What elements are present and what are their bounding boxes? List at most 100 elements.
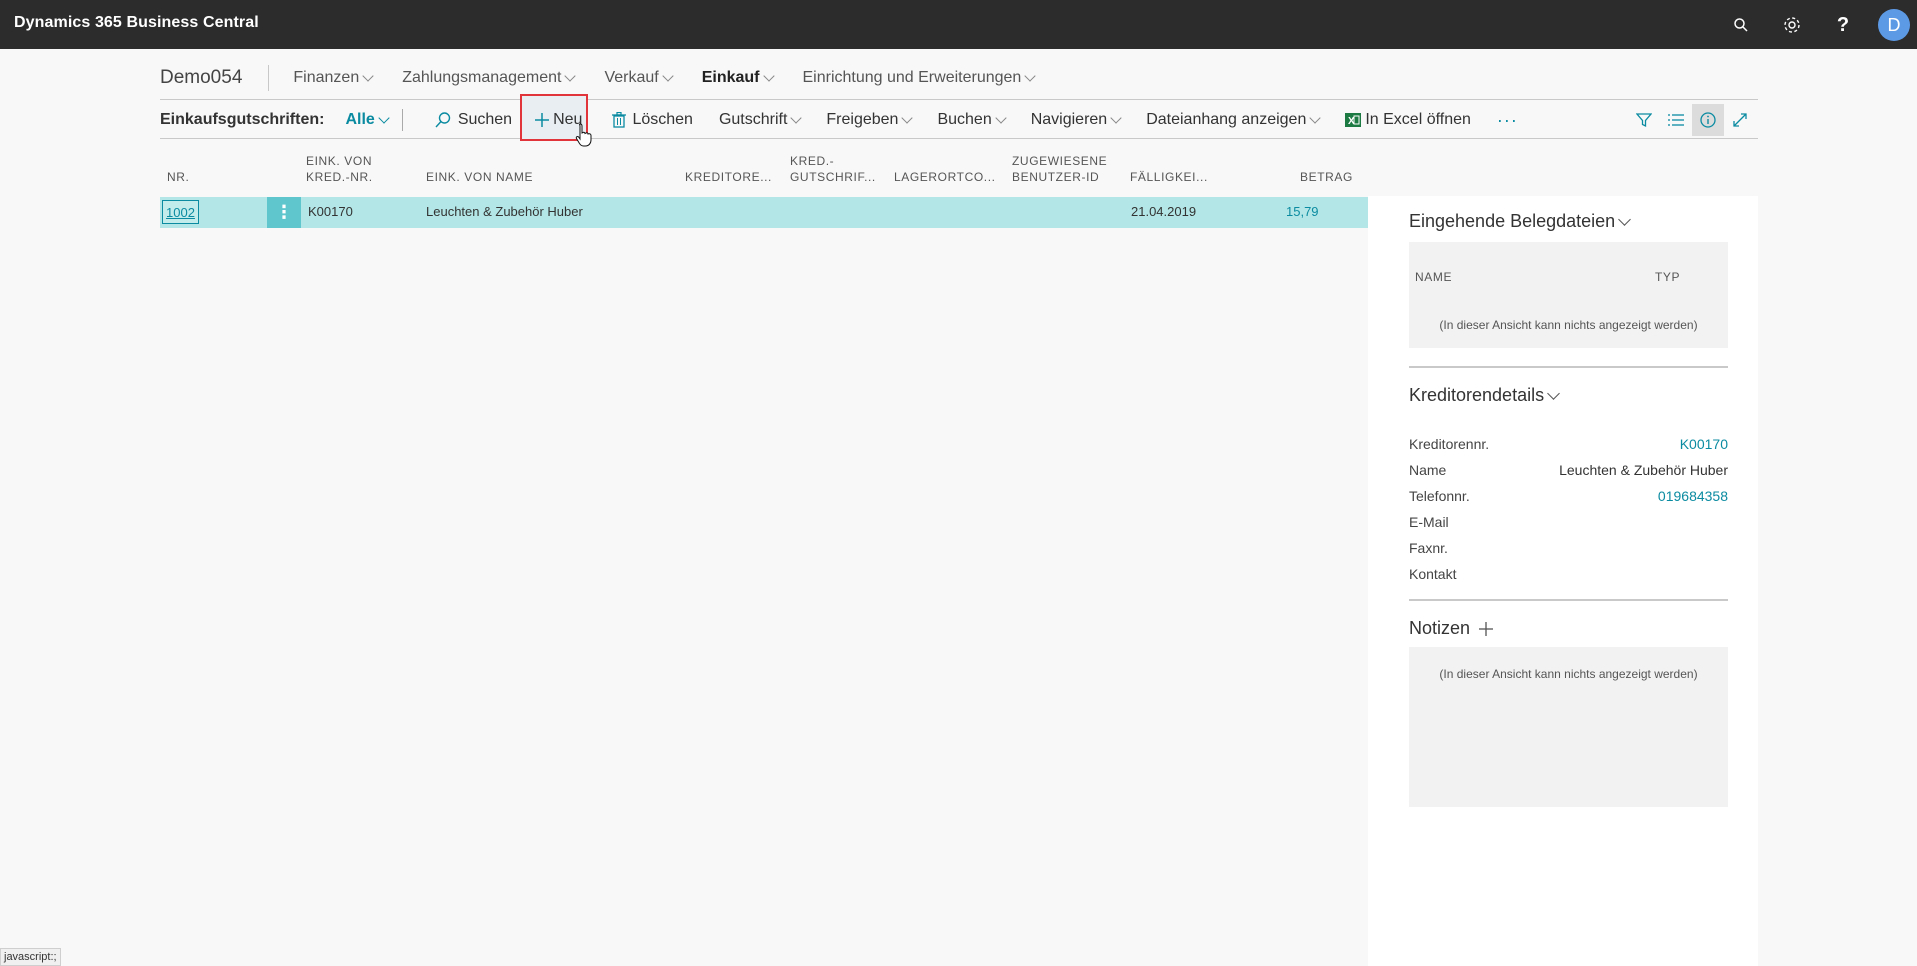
navigate-label: Navigieren xyxy=(1030,111,1108,128)
avatar[interactable]: D xyxy=(1878,9,1910,41)
chevron-down-icon xyxy=(362,69,374,82)
divider xyxy=(160,138,1758,139)
notes-header: Notizen xyxy=(1409,618,1494,639)
column-header-faellig[interactable]: FÄLLIGKEI... xyxy=(1130,169,1208,185)
column-header-kreditor[interactable]: KREDITORE... xyxy=(685,169,772,185)
trash-icon xyxy=(612,112,627,128)
chevron-down-icon xyxy=(1024,69,1036,82)
credit-memo-label: Gutschrift xyxy=(718,111,788,128)
nav-item-label: Zahlungsmanagement xyxy=(402,69,562,86)
gear-icon[interactable] xyxy=(1779,12,1805,38)
release-menu[interactable]: Freigeben xyxy=(826,111,914,129)
chevron-down-icon xyxy=(995,111,1007,124)
fax-label: Faxnr. xyxy=(1409,540,1448,556)
cell-due-date: 21.04.2019 xyxy=(1131,204,1197,219)
column-header-kred-gutschrift[interactable]: KRED.- GUTSCHRIF... xyxy=(790,153,876,185)
incoming-docs-title: Eingehende Belegdateien xyxy=(1409,211,1616,231)
app-bar: Dynamics 365 Business Central ? D xyxy=(0,0,1917,49)
search-label: Suchen xyxy=(457,111,513,128)
filter-icon[interactable] xyxy=(1628,104,1660,136)
list-view-icon[interactable] xyxy=(1660,104,1692,136)
row-actions-button[interactable]: ⋮ xyxy=(267,197,301,228)
app-title[interactable]: Dynamics 365 Business Central xyxy=(14,14,259,32)
post-menu[interactable]: Buchen xyxy=(937,111,1007,129)
company-name[interactable]: Demo054 xyxy=(160,67,242,89)
factbox-pane: Eingehende Belegdateien NAME TYP (In die… xyxy=(1368,196,1758,966)
info-icon[interactable] xyxy=(1692,104,1724,136)
column-header-nr[interactable]: NR. xyxy=(167,169,189,185)
nav-item-zahlungsmanagement[interactable]: Zahlungsmanagement xyxy=(402,69,577,87)
attachment-menu[interactable]: Dateianhang anzeigen xyxy=(1146,111,1322,129)
excel-icon: X xyxy=(1345,112,1362,128)
help-icon[interactable]: ? xyxy=(1830,12,1856,38)
vendor-details-title: Kreditorendetails xyxy=(1409,385,1545,405)
document-number-link[interactable]: 1002 xyxy=(162,200,199,224)
nav-item-label: Einkauf xyxy=(701,69,760,86)
chevron-down-icon xyxy=(564,69,577,82)
nav-divider xyxy=(268,65,270,91)
divider xyxy=(1409,599,1728,601)
post-label: Buchen xyxy=(937,111,992,128)
phone-label: Telefonnr. xyxy=(1409,488,1470,504)
incoming-docs-header[interactable]: Eingehende Belegdateien xyxy=(1409,211,1632,232)
column-header-line: KRED.-NR. xyxy=(306,170,373,184)
add-note-icon[interactable] xyxy=(1478,621,1494,637)
column-header-vendor-no[interactable]: EINK. VON KRED.-NR. xyxy=(306,153,373,185)
chevron-down-icon xyxy=(378,111,390,124)
navigate-menu[interactable]: Navigieren xyxy=(1030,111,1122,129)
chevron-down-icon xyxy=(901,111,914,124)
search-button[interactable]: Suchen xyxy=(434,111,512,129)
chevron-down-icon xyxy=(790,111,803,124)
credit-memo-menu[interactable]: Gutschrift xyxy=(718,111,803,129)
cell-amount[interactable]: 15,79 xyxy=(1286,204,1319,219)
search-icon xyxy=(434,111,452,129)
vendor-no-value[interactable]: K00170 xyxy=(1680,436,1728,452)
chevron-down-icon xyxy=(762,69,775,82)
column-header-betrag[interactable]: BETRAG xyxy=(1300,169,1353,185)
action-divider xyxy=(401,109,403,131)
vendor-details-header[interactable]: Kreditorendetails xyxy=(1409,385,1560,406)
column-header-line: BENUTZER-ID xyxy=(1012,170,1100,184)
excel-label: In Excel öffnen xyxy=(1365,111,1471,128)
phone-value[interactable]: 019684358 xyxy=(1658,488,1728,504)
page-caption: Einkaufsgutschriften: xyxy=(160,111,325,128)
column-header-lagerort[interactable]: LAGERORTCO... xyxy=(894,169,996,185)
nav-item-label: Einrichtung und Erweiterungen xyxy=(802,69,1022,86)
view-filter-label: Alle xyxy=(345,111,375,128)
status-bar-url: javascript:; xyxy=(0,948,61,966)
more-actions-button[interactable]: ··· xyxy=(1497,110,1518,131)
notes-empty: (In dieser Ansicht kann nichts angezeigt… xyxy=(1439,667,1698,681)
table-row[interactable]: 1002 ⋮ K00170 Leuchten & Zubehör Huber 2… xyxy=(160,197,1368,228)
nav-item-finanzen[interactable]: Finanzen xyxy=(293,69,374,87)
chevron-down-icon xyxy=(1618,212,1632,226)
divider xyxy=(1409,366,1728,368)
release-label: Freigeben xyxy=(826,111,899,128)
column-header-vendor-name[interactable]: EINK. VON NAME xyxy=(426,169,533,185)
vendor-name-value: Leuchten & Zubehör Huber xyxy=(1559,462,1728,478)
nav-item-einkauf[interactable]: Einkauf xyxy=(701,69,775,87)
chevron-down-icon xyxy=(1309,111,1322,124)
vendor-no-label: Kreditorennr. xyxy=(1409,436,1490,452)
action-bar: Einkaufsgutschriften: Alle Suchen Neu Lö… xyxy=(160,104,1544,136)
cell-vendor-name: Leuchten & Zubehör Huber xyxy=(426,204,583,219)
column-header-line: EINK. VON xyxy=(306,154,373,168)
navigation-bar: Demo054 Finanzen Zahlungsmanagement Verk… xyxy=(160,64,1064,92)
nav-item-label: Verkauf xyxy=(604,69,659,86)
expand-icon[interactable] xyxy=(1724,104,1756,136)
open-in-excel-button[interactable]: X In Excel öffnen xyxy=(1345,111,1471,129)
nav-item-label: Finanzen xyxy=(293,69,360,86)
contact-label: Kontakt xyxy=(1409,566,1457,582)
nav-item-einrichtung[interactable]: Einrichtung und Erweiterungen xyxy=(802,69,1036,87)
view-filter-dropdown[interactable]: Alle xyxy=(345,111,390,129)
chevron-down-icon xyxy=(1110,111,1122,124)
vendor-name-label: Name xyxy=(1409,462,1447,478)
column-header-line: KRED.- xyxy=(790,154,835,168)
column-header-benutzer[interactable]: ZUGEWIESENE BENUTZER-ID xyxy=(1012,153,1107,185)
nav-item-verkauf[interactable]: Verkauf xyxy=(604,69,674,87)
chevron-down-icon xyxy=(1547,386,1560,400)
divider xyxy=(160,99,1758,100)
search-icon[interactable] xyxy=(1728,12,1754,38)
delete-button[interactable]: Löschen xyxy=(612,111,693,129)
column-header-line: GUTSCHRIF... xyxy=(790,170,876,184)
notes-area: (In dieser Ansicht kann nichts angezeigt… xyxy=(1409,647,1728,807)
